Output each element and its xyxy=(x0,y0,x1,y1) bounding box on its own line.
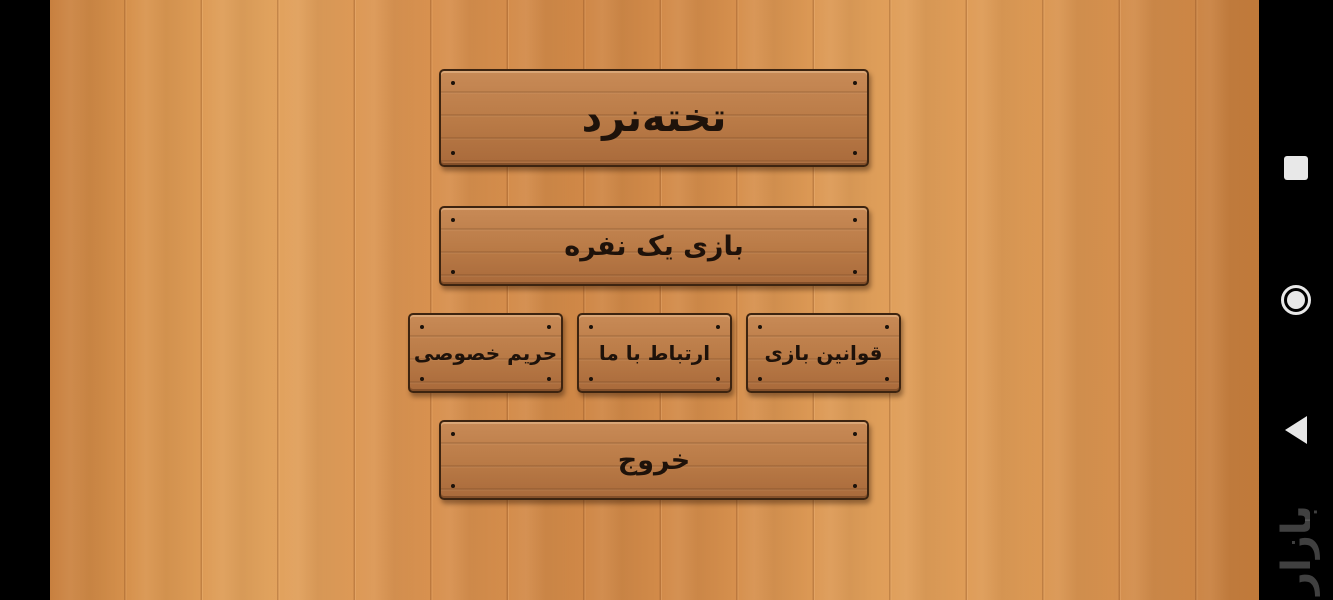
nail xyxy=(853,484,857,488)
contact-us-label: ارتباط با ما xyxy=(598,341,711,365)
exit-label: خروج xyxy=(617,444,691,476)
back-button[interactable] xyxy=(1259,400,1333,460)
recents-icon xyxy=(1284,156,1308,180)
privacy-label: حریم خصوصی xyxy=(413,341,558,365)
nail xyxy=(716,377,720,381)
home-icon xyxy=(1281,285,1311,315)
nail xyxy=(547,377,551,381)
game-screen: تخته‌نرد بازی یک نفره حریم خصوصی ارتباط … xyxy=(0,0,1333,600)
game-title: تخته‌نرد xyxy=(581,95,727,141)
single-player-button[interactable]: بازی یک نفره xyxy=(439,206,869,286)
back-icon xyxy=(1285,416,1307,444)
nail xyxy=(451,270,455,274)
nail xyxy=(547,325,551,329)
home-button[interactable] xyxy=(1259,270,1333,330)
nail xyxy=(853,151,857,155)
title-plank: تخته‌نرد xyxy=(439,69,869,167)
nail xyxy=(853,218,857,222)
nail xyxy=(716,325,720,329)
recents-button[interactable] xyxy=(1259,138,1333,198)
nail xyxy=(758,377,762,381)
nail xyxy=(758,325,762,329)
game-rules-label: قوانین بازی xyxy=(764,341,883,365)
nail xyxy=(853,432,857,436)
single-player-label: بازی یک نفره xyxy=(564,230,744,262)
privacy-button[interactable]: حریم خصوصی xyxy=(408,313,563,393)
nail xyxy=(853,81,857,85)
nail xyxy=(589,325,593,329)
nail xyxy=(589,377,593,381)
nail xyxy=(451,484,455,488)
contact-us-button[interactable]: ارتباط با ما xyxy=(577,313,732,393)
nail xyxy=(420,377,424,381)
nail xyxy=(451,151,455,155)
exit-button[interactable]: خروج xyxy=(439,420,869,500)
nail xyxy=(885,377,889,381)
game-rules-button[interactable]: قوانین بازی xyxy=(746,313,901,393)
nail xyxy=(420,325,424,329)
wood-background: تخته‌نرد بازی یک نفره حریم خصوصی ارتباط … xyxy=(50,0,1259,600)
nail xyxy=(451,81,455,85)
nail xyxy=(451,218,455,222)
bazaar-watermark: بازار xyxy=(1274,505,1320,595)
nail xyxy=(853,270,857,274)
nail xyxy=(885,325,889,329)
nail xyxy=(451,432,455,436)
